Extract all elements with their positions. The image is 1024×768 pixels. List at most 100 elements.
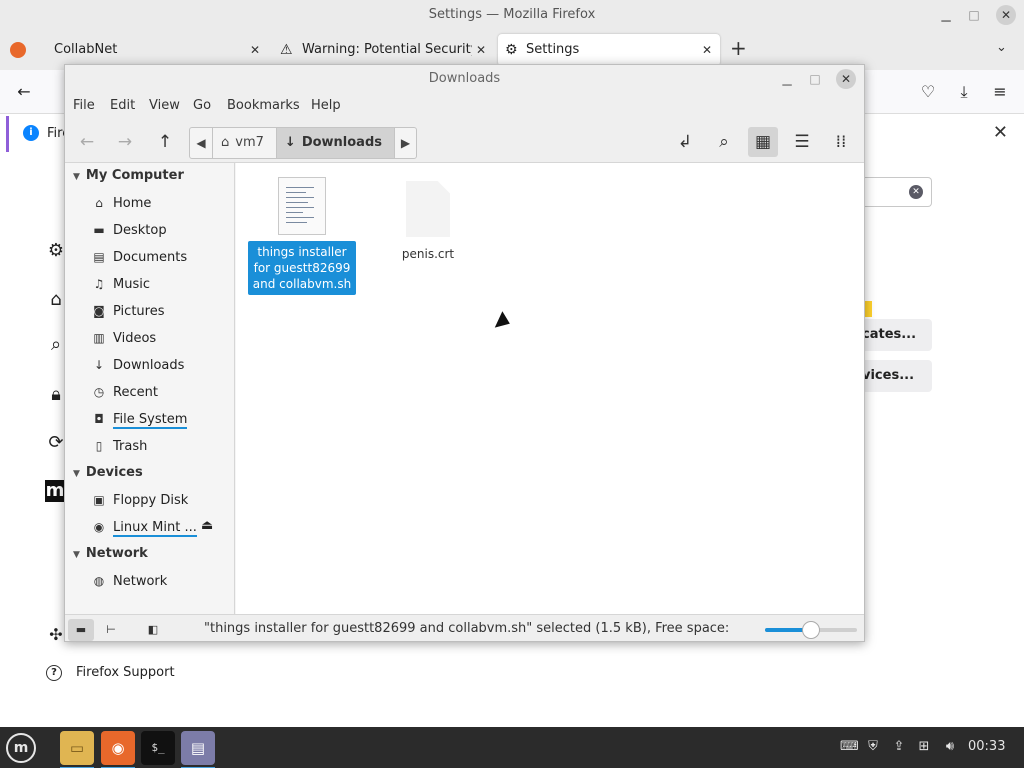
sidebar-item-downloads[interactable]: ↓ Downloads: [91, 354, 184, 376]
trash-icon: ▯: [95, 439, 103, 453]
firefox-titlebar: Settings — Mozilla Firefox ▁ □ ✕: [0, 0, 1024, 30]
sidebar-item-linux-mint[interactable]: ◉ Linux Mint ...: [91, 516, 197, 538]
minimize-icon[interactable]: ▁: [777, 65, 797, 93]
sidebar-item-file-system[interactable]: ◘ File System: [91, 408, 188, 430]
maximize-icon[interactable]: □: [805, 65, 825, 93]
breadcrumb-downloads[interactable]: ↓ Downloads: [275, 128, 395, 158]
certificates-button[interactable]: cates...: [862, 319, 932, 351]
close-icon[interactable]: ✕: [996, 5, 1016, 25]
file-name-line: for guestt82699: [253, 261, 351, 275]
files-icon[interactable]: ▭: [60, 731, 94, 768]
camera-icon: ◙: [93, 304, 105, 318]
section-my-computer[interactable]: ▼ My Computer: [73, 165, 184, 187]
zoom-slider-handle[interactable]: [802, 621, 820, 639]
sidebar-item-documents[interactable]: ▤ Documents: [91, 246, 187, 268]
window-title: Downloads: [428, 71, 501, 86]
firefox-support-link[interactable]: ? Firefox Support: [46, 662, 175, 684]
mozilla-icon[interactable]: m: [45, 480, 65, 502]
pocket-icon[interactable]: ♡: [916, 80, 940, 104]
file-item-crt[interactable]: penis.crt: [388, 181, 468, 265]
menu-file[interactable]: File: [73, 98, 95, 113]
mint-menu-icon[interactable]: m: [6, 733, 36, 763]
sidebar-toggle-icon[interactable]: ◧: [140, 619, 166, 641]
close-tab-icon[interactable]: ✕: [471, 34, 486, 66]
sidebar-item-trash[interactable]: ▯ Trash: [91, 435, 148, 457]
toolbar: ← → ↑ ◀ ⌂ vm7 ↓ Downloads ▶ ↲ ⌕ ▦ ☰ ⁞⁞: [65, 121, 864, 163]
breadcrumb-vm7[interactable]: ⌂ vm7: [212, 128, 276, 158]
download-icon: ↓: [284, 135, 296, 150]
clock[interactable]: 00:33: [968, 739, 1005, 754]
list-view-icon[interactable]: ☰: [787, 127, 817, 157]
tab-settings[interactable]: ⚙ Settings ✕: [498, 34, 720, 66]
back-icon[interactable]: ←: [72, 127, 102, 157]
keyboard-icon[interactable]: ⌨: [840, 738, 859, 756]
places-toggle-icon[interactable]: ▬: [68, 619, 94, 641]
sidebar-item-recent[interactable]: ◷ Recent: [91, 381, 158, 403]
compact-view-icon[interactable]: ⁞⁞: [826, 127, 856, 157]
hamburger-menu-icon[interactable]: ≡: [988, 80, 1012, 104]
menu-edit[interactable]: Edit: [110, 98, 135, 113]
icon-view-icon[interactable]: ▦: [748, 127, 778, 157]
sidebar-item-label: Downloads: [113, 358, 185, 373]
home-icon: ⌂: [221, 135, 230, 150]
file-manager-titlebar[interactable]: Downloads ▁ □ ✕: [65, 65, 864, 93]
tab-collabnet[interactable]: CollabNet ✕: [46, 34, 268, 66]
settings-search-input[interactable]: ✕: [860, 177, 932, 207]
close-icon[interactable]: ✕: [836, 69, 856, 89]
close-tab-icon[interactable]: ✕: [702, 34, 712, 66]
clear-search-icon[interactable]: ✕: [909, 185, 923, 199]
firefox-icon[interactable]: ◉: [101, 731, 135, 768]
sidebar-item-label: Desktop: [113, 223, 167, 238]
up-icon[interactable]: ↑: [150, 127, 180, 157]
shield-icon[interactable]: ⛨: [864, 738, 882, 756]
menu-go[interactable]: Go: [193, 98, 211, 113]
file-item-installer[interactable]: things installer for guestt82699 and col…: [248, 177, 356, 295]
sidebar-item-videos[interactable]: ▥ Videos: [91, 327, 156, 349]
sidebar-item-home[interactable]: ⌂ Home: [91, 192, 151, 214]
maximize-icon[interactable]: □: [962, 0, 986, 30]
film-icon: ▥: [93, 331, 105, 345]
text-editor-icon[interactable]: ▤: [181, 731, 215, 768]
tree-toggle-icon[interactable]: ⊢: [98, 619, 124, 641]
terminal-icon[interactable]: $_: [141, 731, 175, 765]
menu-view[interactable]: View: [149, 98, 180, 113]
menu-bookmarks[interactable]: Bookmarks: [227, 98, 300, 113]
section-network[interactable]: ▼ Network: [73, 543, 148, 565]
menu-help[interactable]: Help: [311, 98, 341, 113]
minimize-icon[interactable]: ▁: [934, 0, 958, 30]
breadcrumb-left-icon[interactable]: ◀: [190, 128, 212, 158]
sidebar-item-pictures[interactable]: ◙ Pictures: [91, 300, 164, 322]
file-view[interactable]: things installer for guestt82699 and col…: [236, 163, 864, 614]
desktop-icon: ▬: [93, 223, 105, 237]
chevron-down-icon[interactable]: ⌄: [996, 40, 1007, 55]
section-title: Network: [85, 546, 148, 561]
music-icon: ♫: [93, 277, 105, 291]
new-tab-icon[interactable]: +: [730, 36, 747, 60]
close-icon[interactable]: ✕: [993, 122, 1008, 143]
search-icon[interactable]: ⌕: [709, 127, 739, 157]
sidebar-item-floppy-disk[interactable]: ▣ Floppy Disk: [91, 489, 188, 511]
section-devices[interactable]: ▼ Devices: [73, 462, 143, 484]
text-document-icon: [278, 177, 326, 235]
eject-icon[interactable]: ⏏: [201, 518, 213, 533]
close-tab-icon[interactable]: ✕: [250, 34, 260, 66]
tab-security-warning[interactable]: ⚠ Warning: Potential Security ✕: [272, 34, 494, 66]
sidebar-item-music[interactable]: ♫ Music: [91, 273, 150, 295]
breadcrumb-right-icon[interactable]: ▶: [394, 128, 416, 158]
forward-icon[interactable]: →: [110, 127, 140, 157]
download-icon[interactable]: ⤓: [952, 80, 976, 104]
file-name: penis.crt: [388, 243, 468, 265]
back-icon[interactable]: ←: [12, 80, 36, 104]
file-name-line: and collabvm.sh: [252, 277, 352, 291]
zoom-slider[interactable]: [765, 621, 857, 639]
expand-icon: ▼: [73, 172, 80, 182]
sidebar-item-desktop[interactable]: ▬ Desktop: [91, 219, 167, 241]
update-icon[interactable]: ⇪: [890, 738, 908, 756]
sidebar-item-label: Music: [113, 277, 150, 292]
sidebar-item-network[interactable]: ◍ Network: [91, 570, 168, 592]
security-devices-button[interactable]: vices...: [862, 360, 932, 392]
location-toggle-icon[interactable]: ↲: [670, 127, 700, 157]
taskbar: m ▭ ◉ $_ ▤ ⌨ ⛨ ⇪ ⊞ 🔊︎ 00:33: [0, 727, 1024, 768]
volume-icon[interactable]: 🔊︎: [941, 738, 959, 756]
network-icon[interactable]: ⊞: [915, 738, 933, 756]
